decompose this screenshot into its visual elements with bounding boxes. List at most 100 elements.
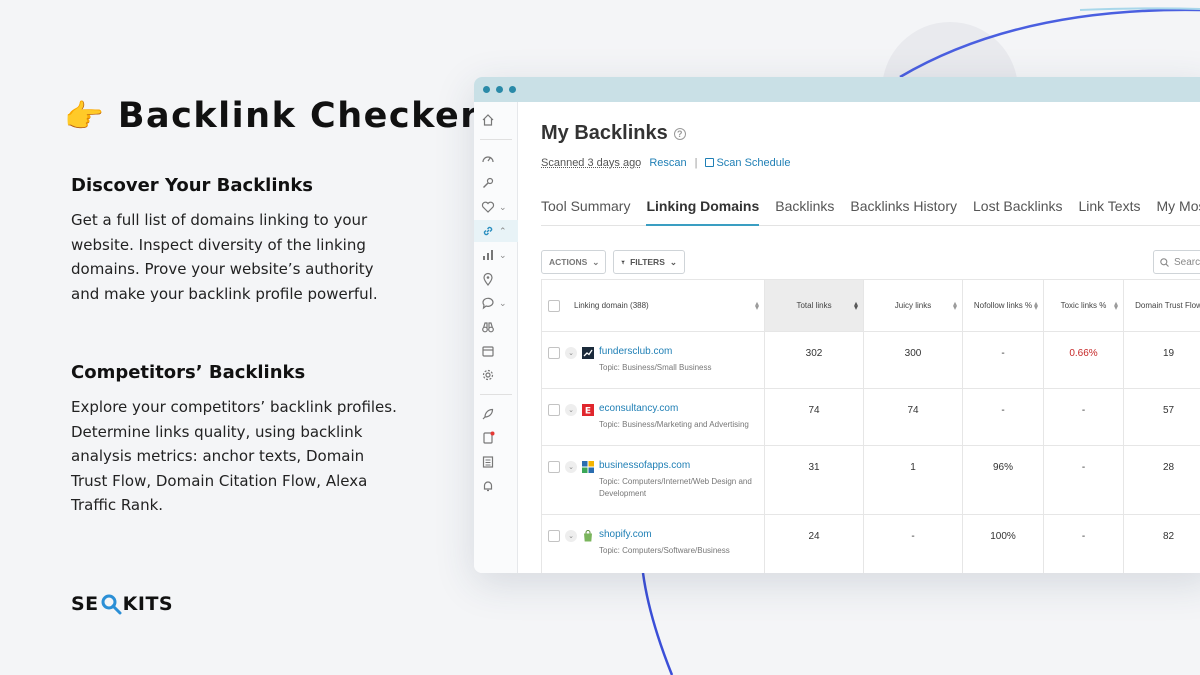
- tab-link-texts[interactable]: Link Texts: [1078, 196, 1140, 226]
- juicy-links-cell: 1: [864, 446, 963, 515]
- column-header-juicy-links[interactable]: Juicy links ▴ ▾: [864, 280, 963, 332]
- grid-logo-icon: [582, 461, 594, 473]
- feature-text: Explore your competitors’ backlink profi…: [71, 395, 401, 518]
- logo-text-right: KITS: [123, 593, 173, 615]
- expand-chevron-icon[interactable]: ⌄: [565, 347, 577, 359]
- table-row[interactable]: ⌄ businessofapps.com Topic: Computers/In…: [542, 446, 1200, 515]
- chart-icon: [582, 347, 594, 359]
- nofollow-cell: -: [963, 389, 1044, 446]
- sort-icon: ▴ ▾: [755, 302, 759, 310]
- total-links-cell: 74: [765, 389, 864, 446]
- toxic-cell: -: [1044, 446, 1124, 515]
- window-titlebar: [474, 77, 1200, 102]
- column-header-linking-domain[interactable]: Linking domain (388) ▴ ▾: [542, 280, 765, 332]
- scan-meta: Scanned 3 days ago Rescan | Scan Schedul…: [541, 157, 790, 169]
- scan-status: Scanned 3 days ago: [541, 157, 641, 169]
- tab-backlinks[interactable]: Backlinks: [775, 196, 834, 226]
- app-title-text: My Backlinks: [541, 122, 668, 145]
- chevron-down-icon: ⌄: [499, 202, 507, 213]
- domain-link[interactable]: businessofapps.com: [599, 460, 764, 471]
- table-row[interactable]: ⌄ E econsultancy.com Topic: Business/Mar…: [542, 389, 1200, 446]
- expand-chevron-icon[interactable]: ⌄: [565, 530, 577, 542]
- toxic-cell: -: [1044, 515, 1124, 574]
- binoculars-icon[interactable]: [474, 316, 518, 338]
- tab-backlinks-history[interactable]: Backlinks History: [850, 196, 957, 226]
- calendar-icon[interactable]: [474, 340, 518, 362]
- row-checkbox[interactable]: [548, 404, 560, 416]
- sort-icon: ▴ ▾: [1034, 302, 1038, 310]
- trust-flow-cell: 19: [1124, 332, 1200, 389]
- trust-flow-cell: 57: [1124, 389, 1200, 446]
- chat-bubble-icon[interactable]: ⌄: [474, 292, 518, 314]
- total-links-cell: 24: [765, 515, 864, 574]
- home-icon[interactable]: [474, 109, 518, 131]
- tab-linking-domains[interactable]: Linking Domains: [646, 196, 759, 226]
- document-list-icon[interactable]: [474, 451, 518, 473]
- column-header-nofollow[interactable]: Nofollow links % ▴ ▾: [963, 280, 1044, 332]
- window-dot[interactable]: [509, 86, 516, 93]
- table-row[interactable]: ⌄ fundersclub.com Topic: Business/Small …: [542, 332, 1200, 389]
- column-header-total-links[interactable]: Total links ▴ ▾: [765, 280, 864, 332]
- window-dot[interactable]: [496, 86, 503, 93]
- window-dot[interactable]: [483, 86, 490, 93]
- trust-flow-cell: 82: [1124, 515, 1200, 574]
- tab-more[interactable]: My Mos: [1156, 196, 1200, 226]
- domain-link[interactable]: fundersclub.com: [599, 346, 712, 357]
- help-icon[interactable]: ?: [674, 128, 686, 140]
- rocket-icon[interactable]: [474, 403, 518, 425]
- calendar-small-icon: [705, 158, 714, 167]
- actions-dropdown[interactable]: ACTIONS ⌄: [541, 250, 606, 274]
- tab-lost-backlinks[interactable]: Lost Backlinks: [973, 196, 1062, 226]
- chevron-up-icon: ⌃: [499, 226, 507, 237]
- row-checkbox[interactable]: [548, 461, 560, 473]
- bar-chart-icon[interactable]: ⌄: [474, 244, 518, 266]
- search-icon: [1160, 258, 1169, 267]
- expand-chevron-icon[interactable]: ⌄: [565, 461, 577, 473]
- link-icon[interactable]: ⌃: [474, 220, 518, 242]
- domain-topic: Topic: Computers/Software/Business: [599, 545, 730, 557]
- chevron-down-icon: ⌄: [592, 257, 599, 268]
- domain-topic: Topic: Computers/Internet/Web Design and…: [599, 476, 764, 500]
- filters-button[interactable]: FILTERS ⌄: [613, 250, 685, 274]
- domain-topic: Topic: Business/Small Business: [599, 362, 712, 374]
- wrench-icon[interactable]: [474, 172, 518, 194]
- juicy-links-cell: 300: [864, 332, 963, 389]
- main-content: My Backlinks ? Scanned 3 days ago Rescan…: [518, 102, 1200, 573]
- table-row[interactable]: ⌄ shopify.com Topic: Computers/Software/…: [542, 515, 1200, 574]
- magnifier-logo-icon: [100, 593, 122, 615]
- pdf-report-icon[interactable]: [474, 427, 518, 449]
- chevron-down-icon: ⌄: [499, 250, 507, 261]
- search-input[interactable]: Searc: [1153, 250, 1200, 274]
- table-toolbar: ACTIONS ⌄ FILTERS ⌄ Searc: [541, 250, 1200, 274]
- e-logo-icon: E: [582, 404, 594, 416]
- column-header-domain-trust-flow[interactable]: Domain Trust Flow▴▾: [1124, 280, 1200, 332]
- search-placeholder: Searc: [1174, 257, 1200, 268]
- domain-link[interactable]: shopify.com: [599, 529, 730, 540]
- location-pin-icon[interactable]: [474, 268, 518, 290]
- total-links-cell: 302: [765, 332, 864, 389]
- row-checkbox[interactable]: [548, 530, 560, 542]
- settings-gear-icon[interactable]: [474, 364, 518, 386]
- bell-icon[interactable]: [474, 475, 518, 497]
- svg-text:E: E: [585, 407, 591, 417]
- row-checkbox[interactable]: [548, 347, 560, 359]
- app-page-title: My Backlinks ?: [541, 122, 686, 145]
- nofollow-cell: 100%: [963, 515, 1044, 574]
- select-all-checkbox[interactable]: [548, 300, 560, 312]
- sort-icon: ▴ ▾: [953, 302, 957, 310]
- meta-separator: |: [695, 157, 698, 169]
- filter-funnel-icon: [621, 258, 625, 267]
- logo-text-left: SE: [71, 593, 99, 615]
- heartbeat-icon[interactable]: ⌄: [474, 196, 518, 218]
- expand-chevron-icon[interactable]: ⌄: [565, 404, 577, 416]
- trust-flow-cell: 28: [1124, 446, 1200, 515]
- column-header-toxic[interactable]: Toxic links % ▴ ▾: [1044, 280, 1124, 332]
- scan-schedule-link[interactable]: Scan Schedule: [705, 157, 790, 169]
- rescan-link[interactable]: Rescan: [649, 157, 686, 169]
- juicy-links-cell: -: [864, 515, 963, 574]
- speedometer-icon[interactable]: [474, 148, 518, 170]
- sidebar-rail: ⌄ ⌃ ⌄ ⌄: [474, 102, 518, 573]
- tab-tool-summary[interactable]: Tool Summary: [541, 196, 630, 226]
- domain-link[interactable]: econsultancy.com: [599, 403, 749, 414]
- nofollow-cell: 96%: [963, 446, 1044, 515]
